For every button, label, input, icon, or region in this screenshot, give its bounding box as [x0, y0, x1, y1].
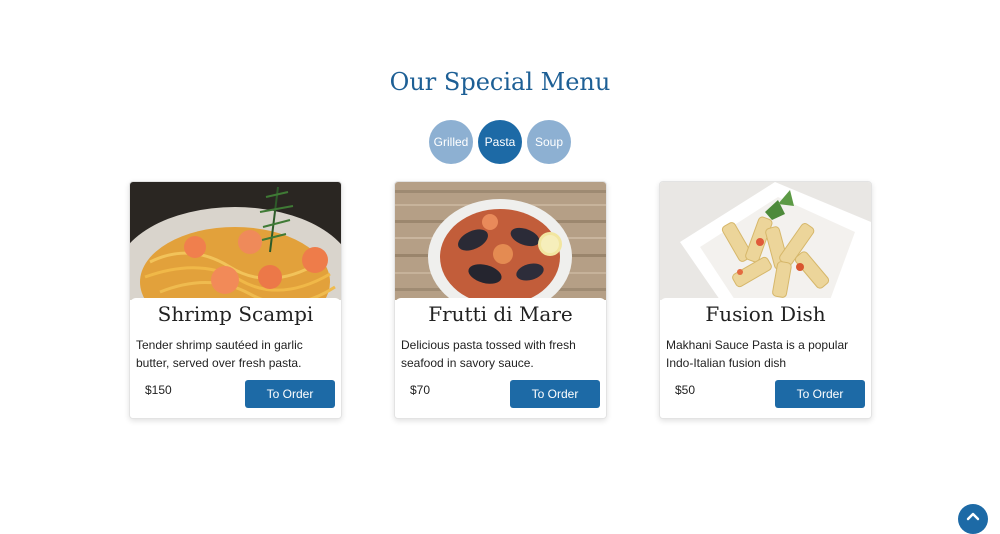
category-tabs: Grilled Pasta Soup — [0, 120, 1000, 164]
dish-price: $50 — [675, 383, 696, 397]
to-order-button[interactable]: To Order — [510, 380, 600, 408]
dish-name: Fusion Dish — [705, 302, 826, 326]
dish-description: Makhani Sauce Pasta is a popular Indo-It… — [666, 338, 849, 370]
menu-card: Fusion Dish Makhani Sauce Pasta is a pop… — [659, 181, 872, 419]
menu-card: Frutti di Mare Delicious pasta tossed wi… — [394, 181, 607, 419]
dish-name: Frutti di Mare — [428, 302, 573, 326]
dish-photo-fusion-dish — [660, 182, 871, 300]
dish-price: $70 — [410, 383, 431, 397]
tab-grilled[interactable]: Grilled — [429, 120, 473, 164]
scroll-to-top-button[interactable] — [958, 504, 988, 534]
dish-description: Tender shrimp sautéed in garlic butter, … — [136, 338, 303, 370]
dish-photo-shrimp-scampi — [130, 182, 341, 300]
dish-price: $150 — [145, 383, 172, 397]
card-body: Shrimp Scampi Tender shrimp sautéed in g… — [130, 298, 341, 418]
to-order-button[interactable]: To Order — [775, 380, 865, 408]
card-body: Frutti di Mare Delicious pasta tossed wi… — [395, 298, 606, 418]
tab-pasta[interactable]: Pasta — [478, 120, 522, 164]
to-order-button[interactable]: To Order — [245, 380, 335, 408]
section-title: Our Special Menu — [389, 67, 611, 96]
chevron-up-icon — [965, 504, 981, 530]
dish-name: Shrimp Scampi — [157, 302, 314, 326]
dish-photo-frutti-di-mare — [395, 182, 606, 300]
menu-card: Shrimp Scampi Tender shrimp sautéed in g… — [129, 181, 342, 419]
tab-soup[interactable]: Soup — [527, 120, 571, 164]
card-body: Fusion Dish Makhani Sauce Pasta is a pop… — [660, 298, 871, 418]
dish-description: Delicious pasta tossed with fresh seafoo… — [401, 338, 576, 370]
